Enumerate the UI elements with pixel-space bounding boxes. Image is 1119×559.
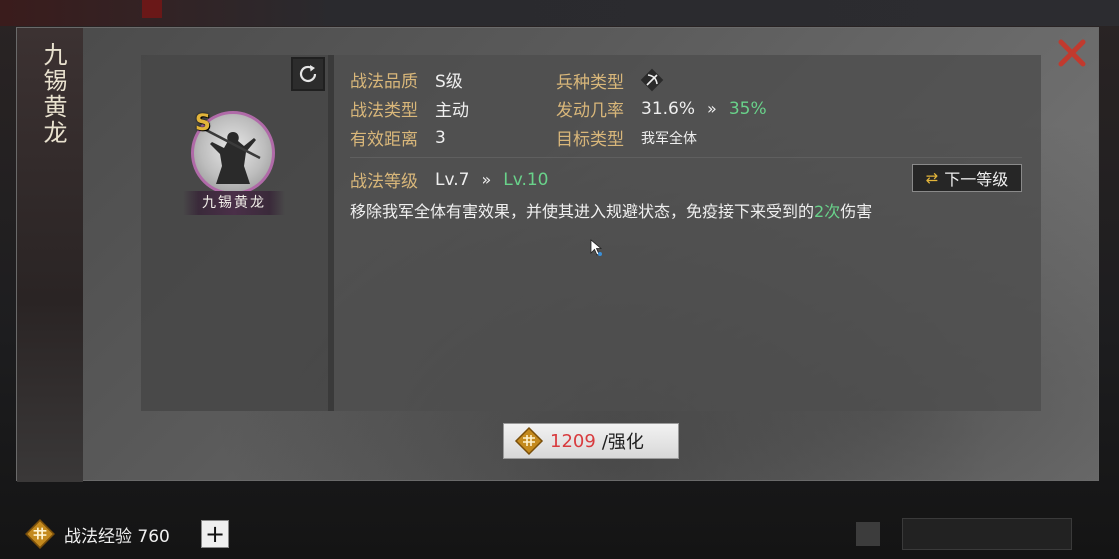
rate-current: 31.6% (641, 98, 696, 119)
mouse-cursor-icon (590, 239, 603, 256)
type-value: 主动 (435, 101, 469, 121)
tactic-info-panel: 战法品质 S级 兵种类型 战法类型 主动 发动几率 31.6% » 35% 有效… (334, 55, 1041, 411)
tactic-exp-block: 战法经验 760 (24, 518, 170, 550)
target-label: 目标类型 (556, 130, 624, 150)
unit-type-row: 兵种类型 (556, 67, 665, 93)
range-value: 3 (435, 127, 446, 148)
next-level-label: 下一等级 (944, 170, 1009, 189)
level-current: Lv.7 (435, 169, 470, 190)
quality-value: S级 (435, 72, 463, 92)
type-row: 战法类型 主动 (350, 96, 469, 121)
description-highlight: 2次 (814, 202, 841, 221)
unit-type-label: 兵种类型 (556, 72, 624, 93)
swap-icon: ⇄ (925, 169, 939, 187)
range-row: 有效距离 3 (350, 125, 446, 151)
target-value: 我军全体 (641, 130, 697, 147)
next-level-button[interactable]: ⇄ 下一等级 (912, 164, 1022, 192)
grade-badge: S (195, 111, 211, 136)
dialog-left-strip: 九锡黄龙 (17, 28, 83, 482)
target-row: 目标类型 我军全体 (556, 125, 697, 150)
upgrade-cost: 1209 (550, 430, 596, 452)
refresh-icon (299, 65, 317, 83)
rate-row: 发动几率 31.6% » 35% (556, 96, 767, 122)
tactic-exp-icon (25, 519, 55, 549)
tactic-exp-label: 战法经验 760 (64, 526, 170, 547)
level-label: 战法等级 (350, 172, 418, 192)
close-button[interactable] (1056, 38, 1088, 70)
add-exp-button[interactable]: + (201, 520, 229, 548)
info-divider (350, 157, 1022, 158)
type-label: 战法类型 (350, 101, 418, 121)
level-arrow: » (481, 170, 492, 189)
rate-next: 35% (728, 98, 767, 119)
tactic-description: 移除我军全体有害效果，并使其进入规避状态，免疫接下来受到的2次伤害 (350, 198, 872, 222)
refresh-button[interactable] (291, 57, 325, 91)
close-icon (1058, 39, 1086, 67)
description-suffix: 伤害 (840, 202, 873, 221)
level-row: 战法等级 Lv.7 » Lv.10 (350, 167, 549, 193)
rate-arrow: » (707, 99, 717, 118)
background-plus-button (856, 522, 880, 546)
upgrade-button[interactable]: 1209 /强化 (503, 423, 679, 459)
bottom-bar: 战法经验 760 + (0, 508, 1119, 559)
tactic-name-plate: 九锡黄龙 (183, 191, 285, 215)
quality-label: 战法品质 (350, 72, 418, 92)
quality-row: 战法品质 S级 (350, 67, 463, 92)
tactic-scroll-icon (514, 426, 544, 456)
tactic-detail-dialog: 九锡黄龙 S 九锡黄龙 战法品质 S级 兵种类型 战法类型 主动 发动几率 31… (16, 27, 1099, 482)
level-next: Lv.10 (503, 169, 549, 190)
description-prefix: 移除我军全体有害效果，并使其进入规避状态，免疫接下来受到的 (350, 202, 815, 221)
upgrade-label: /强化 (601, 432, 644, 453)
background-red-tag (142, 0, 162, 18)
range-label: 有效距离 (350, 130, 418, 150)
rate-label: 发动几率 (556, 101, 624, 121)
portrait-panel: S 九锡黄龙 (141, 55, 328, 411)
tactic-vertical-title: 九锡黄龙 (39, 42, 67, 146)
background-action-button (902, 518, 1072, 550)
background-top-strip (0, 0, 1119, 26)
bow-unit-icon (640, 68, 664, 92)
